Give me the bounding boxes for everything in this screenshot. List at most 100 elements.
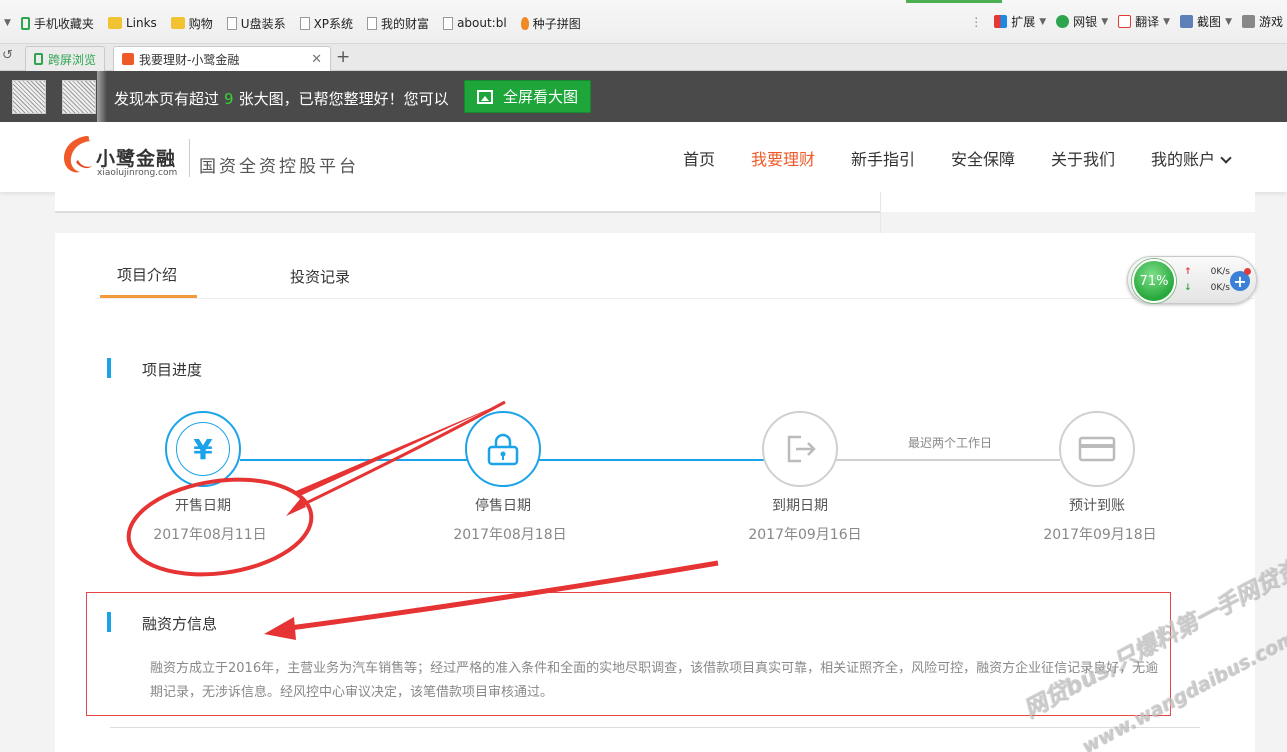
restore-icon[interactable]: ↺ <box>2 48 13 63</box>
shield-icon <box>1056 15 1070 28</box>
games-button[interactable]: 游戏 <box>1241 13 1283 30</box>
translate-icon <box>1118 15 1132 28</box>
phone-icon <box>20 16 30 30</box>
games-label: 游戏 <box>1258 15 1283 29</box>
nav-beginner-guide[interactable]: 新手指引 <box>851 146 915 170</box>
bookmark-about-blank[interactable]: about:bl <box>443 16 507 30</box>
status-strip <box>906 0 1002 3</box>
progress-section-title: 项目进度 <box>142 361 203 379</box>
thumbnail-fade <box>97 71 107 122</box>
screenshot-button[interactable]: 截图 ▼ <box>1180 13 1232 30</box>
more-dots-icon[interactable]: ⋮ <box>970 15 982 29</box>
exit-icon <box>787 435 816 463</box>
download-speed: ↓ 0K/s <box>1184 283 1230 293</box>
extensions-button[interactable]: 扩展 ▼ <box>994 13 1046 30</box>
chevron-down-icon: ▼ <box>1163 16 1171 27</box>
section-marker <box>107 612 111 632</box>
card-divider <box>55 211 880 213</box>
bookmark-xp[interactable]: XP系统 <box>299 15 354 32</box>
screenshot-label: 截图 <box>1197 15 1222 29</box>
bookmark-label: about:bl <box>457 16 507 30</box>
bank-label: 网银 <box>1073 15 1098 29</box>
bookmark-links[interactable]: Links <box>107 16 157 30</box>
previous-card <box>55 192 1255 212</box>
bookmark-shopping[interactable]: 购物 <box>170 15 213 32</box>
memory-usage-ball[interactable]: 71% <box>1132 259 1176 303</box>
page-icon <box>299 16 310 30</box>
bookmark-label: U盘装系 <box>240 16 286 31</box>
bookmark-seed-puzzle[interactable]: 种子拼图 <box>520 15 581 32</box>
logo-url: xiaolujinrong.com <box>97 168 178 178</box>
bookmark-wealth[interactable]: 我的财富 <box>367 15 429 32</box>
chevron-down-icon <box>1220 152 1232 164</box>
lock-icon <box>487 433 519 466</box>
chevron-down-icon: ▼ <box>1101 16 1109 27</box>
image-thumbnail[interactable] <box>12 80 46 114</box>
tab-investment-records[interactable]: 投资记录 <box>290 266 350 287</box>
tab-my-finance[interactable]: 我要理财-小鹭金融 ✕ <box>113 46 331 71</box>
extensions-label: 扩展 <box>1011 15 1036 29</box>
image-thumbnail[interactable] <box>62 80 96 114</box>
site-favicon-icon <box>122 53 134 65</box>
step-maturity <box>762 411 838 487</box>
translate-label: 翻译 <box>1135 15 1160 29</box>
step-label: 停售日期 <box>475 498 531 514</box>
step-label: 到期日期 <box>772 498 828 514</box>
step-label: 开售日期 <box>175 498 231 514</box>
folder-icon <box>170 17 185 29</box>
gamepad-icon <box>1241 15 1255 28</box>
bookmarks-bar: ▼ 手机收藏夹 Links 购物 U盘装系 XP系统 我的财富 about:bl <box>0 0 1287 44</box>
arrival-note: 最迟两个工作日 <box>907 436 992 450</box>
bookmark-label: XP系统 <box>313 16 354 31</box>
tab-project-intro[interactable]: 项目介绍 <box>117 264 177 285</box>
step-date: 2017年09月18日 <box>1043 527 1157 543</box>
big-image-notice-bar: 发现本页有超过 9 张大图，已帮您整理好！您可以 <box>0 71 1287 122</box>
bookmark-label: 购物 <box>188 16 213 31</box>
scissors-icon <box>1180 15 1194 28</box>
nav-about-us[interactable]: 关于我们 <box>1051 146 1115 170</box>
image-icon <box>476 89 493 104</box>
new-tab-icon[interactable]: + <box>336 47 350 67</box>
flame-icon <box>520 16 529 30</box>
page-icon <box>443 16 454 30</box>
nav-my-account[interactable]: 我的账户 <box>1151 146 1232 170</box>
bookmark-label: Links <box>125 16 157 30</box>
step-stop-sale <box>465 411 541 487</box>
chevron-down-icon: ▼ <box>1039 16 1047 27</box>
step-date: 2017年08月11日 <box>153 527 267 543</box>
extensions-icon <box>994 15 1008 28</box>
card-icon <box>1078 436 1116 462</box>
financier-section-title: 融资方信息 <box>142 615 218 633</box>
bookmark-mobile[interactable]: 手机收藏夹 <box>20 15 94 32</box>
tab-label: 我要理财-小鹭金融 <box>139 52 240 67</box>
bookmark-usb-install[interactable]: U盘装系 <box>226 15 286 32</box>
nav-my-finance[interactable]: 我要理财 <box>751 146 815 170</box>
step-expected-arrival <box>1059 411 1135 487</box>
notification-dot <box>1244 268 1251 275</box>
network-speed-widget[interactable]: 71% ↑ 0K/s ↓ 0K/s + <box>1127 256 1257 304</box>
tab-label: 跨屏浏览 <box>48 52 97 67</box>
egret-logo-icon[interactable] <box>56 132 96 180</box>
notice-prefix: 发现本页有超过 <box>114 90 220 108</box>
fullscreen-images-button[interactable]: 全屏看大图 <box>464 80 591 113</box>
upload-speed-value: 0K/s <box>1210 267 1230 277</box>
fullscreen-button-label: 全屏看大图 <box>502 88 578 106</box>
image-count: 9 <box>224 90 234 108</box>
bank-button[interactable]: 网银 ▼ <box>1056 13 1108 30</box>
tab-cross-screen[interactable]: 跨屏浏览 <box>25 46 105 71</box>
section-divider <box>110 727 1200 728</box>
step-date: 2017年08月18日 <box>453 527 567 543</box>
step-date: 2017年09月16日 <box>748 527 862 543</box>
slogan: 国资全资控股平台 <box>199 157 359 177</box>
upload-speed: ↑ 0K/s <box>1184 267 1230 277</box>
nav-home[interactable]: 首页 <box>683 146 715 170</box>
project-tabs-divider <box>95 298 1255 299</box>
logo-name[interactable]: 小鹭金融 <box>96 144 176 171</box>
translate-button[interactable]: 翻译 ▼ <box>1118 13 1170 30</box>
nav-security[interactable]: 安全保障 <box>951 146 1015 170</box>
close-icon[interactable]: ✕ <box>311 52 322 67</box>
bookmarks-menu-arrow-icon[interactable]: ▼ <box>4 18 11 28</box>
nav-my-account-label: 我的账户 <box>1151 150 1216 169</box>
logo-divider <box>189 139 190 177</box>
yuan-icon: ¥ <box>176 422 230 476</box>
